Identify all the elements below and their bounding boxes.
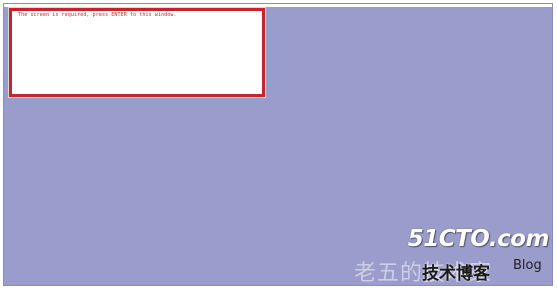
message-window[interactable]: The screen is required, press ENTER to t… [8,7,266,98]
watermark-logo: 51CTO.com [407,226,550,252]
watermark-blog-cn: 技术博客 [422,264,490,284]
watermark-blog-en: Blog [513,258,542,273]
top-strip [4,4,552,7]
message-text: The screen is required, press ENTER to t… [18,12,177,18]
